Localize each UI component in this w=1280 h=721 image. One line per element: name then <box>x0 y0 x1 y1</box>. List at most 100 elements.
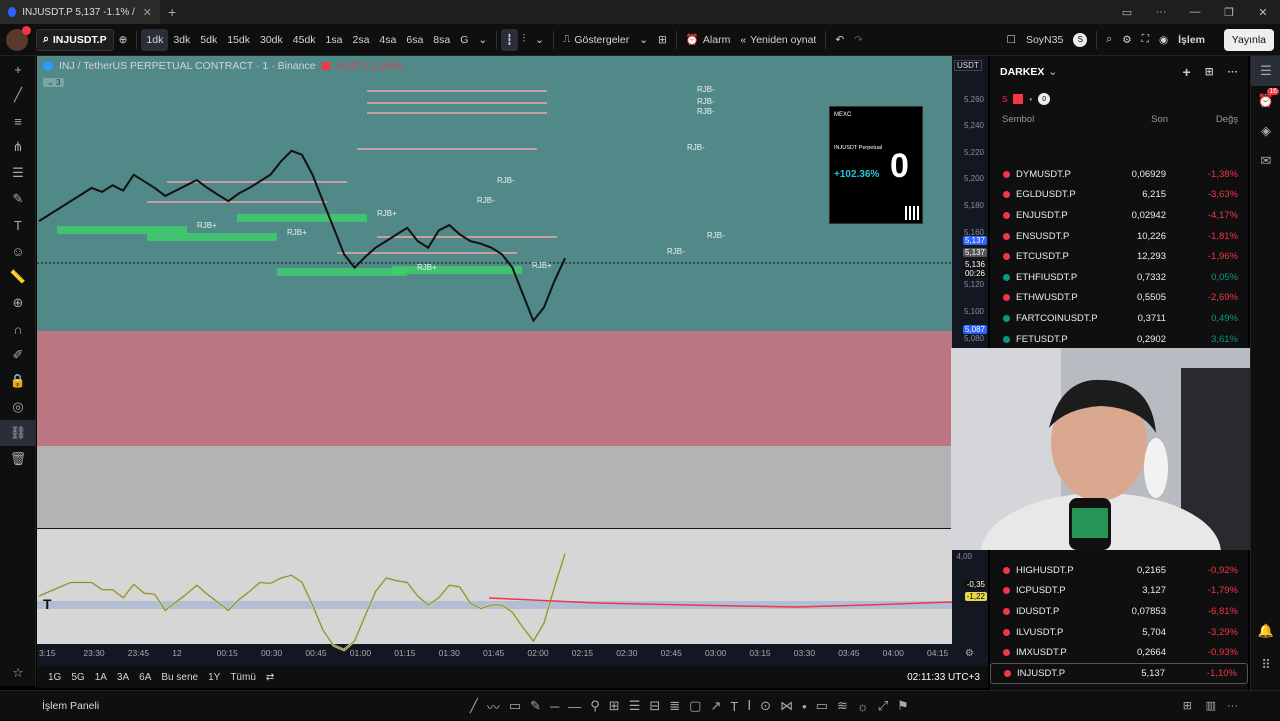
watchlist-row[interactable]: IDUSDT.P 0,07853 -6,81% <box>990 601 1248 622</box>
trash-icon[interactable]: 🗑 <box>0 446 36 472</box>
indicators-dropdown-icon[interactable]: ⌄ <box>634 29 653 51</box>
window-more-icon[interactable]: ··· <box>1144 6 1178 18</box>
watchlist-row[interactable]: ICPUSDT.P 3,127 -1,79% <box>990 581 1248 602</box>
watchlist-row[interactable]: EGLDUSDT.P 6,215 -3,63% <box>990 185 1248 206</box>
undo-icon[interactable]: ↶ <box>830 29 849 51</box>
crosshair-icon[interactable]: + <box>0 56 36 82</box>
flag-dot-icon[interactable]: • <box>1029 95 1032 104</box>
note-icon[interactable]: ▭ <box>816 698 828 714</box>
ray-icon[interactable]: — <box>568 699 581 714</box>
flag-zero-icon[interactable]: 0 <box>1038 93 1051 105</box>
watchlist-row[interactable]: ILVUSDT.P 5,704 -3,29% <box>990 622 1248 643</box>
time-axis[interactable]: 3:15 23:30 23:45 12 00:15 00:30 00:45 01:00 01:1… <box>37 644 988 664</box>
interval-5dk[interactable]: 5dk <box>195 29 222 51</box>
watchlist-row[interactable]: HIGHUSDT.P 0,2165 -0,92% <box>990 560 1248 581</box>
col-symbol[interactable]: Sembol <box>1002 114 1034 125</box>
candle-style-icon[interactable]: ┇ <box>501 28 518 51</box>
new-tab-icon[interactable]: + <box>168 4 176 20</box>
interval-30dk[interactable]: 30dk <box>255 29 288 51</box>
volume-profile-icon[interactable]: ≋ <box>837 698 848 714</box>
tab-close-icon[interactable]: ✕ <box>143 6 152 19</box>
zoom-icon[interactable]: ⊕ <box>0 290 36 316</box>
callout-icon[interactable]: ▭ <box>509 698 521 714</box>
interval-1sa[interactable]: 1sa <box>321 29 348 51</box>
watchlist-dropdown-icon[interactable]: ⌄ <box>1048 66 1057 78</box>
watchlist-row[interactable]: ENJUSDT.P 0,02942 -4,17% <box>990 205 1248 226</box>
dot-icon[interactable]: • <box>802 699 807 714</box>
pencil-lock-icon[interactable]: ✐ <box>0 342 36 368</box>
lock-icon[interactable]: 🔒 <box>0 368 36 394</box>
watchlist-name[interactable]: DARKEX <box>1000 66 1044 78</box>
snapshot-camera-icon[interactable]: ◉ <box>1154 29 1173 51</box>
trade-button[interactable]: İşlem <box>1173 29 1210 51</box>
emoji-icon[interactable]: ☺ <box>0 238 36 264</box>
utc-clock[interactable]: 02:11:33 UTC+3 <box>907 672 980 683</box>
watchlist-row[interactable]: ETHWUSDT.P 0,5505 -2,69% <box>990 288 1248 309</box>
gann-icon[interactable]: ☼ <box>857 699 869 714</box>
flag-s-icon[interactable]: S <box>1002 95 1007 104</box>
range-ytd[interactable]: Bu sene <box>156 672 203 683</box>
close-button[interactable]: ✕ <box>1246 6 1280 19</box>
range-6a[interactable]: 6A <box>134 672 156 683</box>
layout-s-icon[interactable]: S <box>1068 29 1092 51</box>
flag-tool-icon[interactable]: ⚑ <box>897 698 909 714</box>
fib-channel-icon[interactable]: ≣ <box>669 698 680 714</box>
indicators-button[interactable]: ⎍ Göstergeler <box>558 29 634 51</box>
publish-button[interactable]: Yayınla <box>1223 28 1274 51</box>
window-menu-icon[interactable]: ▭ <box>1110 6 1144 19</box>
interval-4sa[interactable]: 4sa <box>374 29 401 51</box>
minimize-button[interactable]: — <box>1178 6 1212 18</box>
measure-icon[interactable]: ⚲ <box>590 698 600 714</box>
footer-columns-icon[interactable]: ▥ <box>1206 699 1216 712</box>
layers-icon[interactable]: ◈ <box>1251 116 1280 146</box>
path-tool-icon[interactable]: 〰 <box>487 697 500 716</box>
col-last[interactable]: Son <box>1151 114 1168 125</box>
watchlist-row[interactable]: DYMUSDT.P 0,06929 -1,38% <box>990 164 1248 185</box>
horizontal-lines-icon[interactable]: ≡ <box>0 108 36 134</box>
style-dropdown-icon[interactable]: ⌄ <box>530 29 549 51</box>
range-1g[interactable]: 1G <box>43 672 66 683</box>
range-1a[interactable]: 1A <box>90 672 112 683</box>
watchlist-row[interactable]: ETCUSDT.P 12,293 -1,96% <box>990 246 1248 267</box>
apps-grid-icon[interactable]: ⠿ <box>1251 650 1280 680</box>
rect-icon[interactable]: ▢ <box>689 698 701 714</box>
interval-2sa[interactable]: 2sa <box>347 29 374 51</box>
text-tool-icon[interactable]: T <box>0 212 36 238</box>
interval-15dk[interactable]: 15dk <box>222 29 255 51</box>
interval-1dk[interactable]: 1dk <box>141 28 169 51</box>
col-change[interactable]: Değş <box>1216 114 1238 125</box>
indicator-collapse-button[interactable]: ⌄ 3 <box>43 78 65 87</box>
flag-red-icon[interactable] <box>1013 94 1024 104</box>
interval-6sa[interactable]: 6sa <box>401 29 428 51</box>
browser-tab[interactable]: INJUSDT.P 5,137 -1.1% / SoyN ✕ <box>0 0 160 24</box>
trend-line-icon[interactable]: ╱ <box>0 82 36 108</box>
fullscreen-icon[interactable]: ⛶ <box>1137 29 1154 51</box>
range-5g[interactable]: 5G <box>66 672 89 683</box>
ruler-icon[interactable]: 📏 <box>0 264 36 290</box>
hline-icon[interactable]: ─ <box>550 699 559 714</box>
alerts-clock-icon[interactable]: ⏰ 16 <box>1251 86 1280 116</box>
chart-pane[interactable]: RJB- RJB- RJB- RJB- RJB- RJB- RJB- RJB- RJB+ RJB+… <box>37 56 988 666</box>
range-all[interactable]: Tümü <box>225 672 261 683</box>
eye-icon[interactable]: ◎ <box>0 394 36 420</box>
currency-selector[interactable]: USDT <box>954 60 982 71</box>
pitchfork-icon[interactable]: ⋔ <box>0 134 36 160</box>
favorites-star-icon[interactable]: ☆ <box>0 660 36 686</box>
compare-icon[interactable]: ⊕ <box>114 29 133 51</box>
curve-icon[interactable]: ↗ <box>710 698 721 714</box>
footer-grid-icon[interactable]: ⊞ <box>1183 699 1192 712</box>
interval-g[interactable]: G <box>455 29 473 51</box>
link-icon[interactable]: ⛓ <box>0 420 36 446</box>
quick-search-icon[interactable]: ⌕ <box>1101 29 1117 51</box>
pattern-icon[interactable]: ⋈ <box>780 698 793 714</box>
range-3a[interactable]: 3A <box>112 672 134 683</box>
symbol-search[interactable]: ⌕ INJUSDT.P <box>36 28 114 51</box>
text-icon[interactable]: T <box>730 699 738 714</box>
settings-gear-icon[interactable]: ⚙ <box>1117 29 1136 51</box>
projection-icon[interactable]: ⤢ <box>878 698 888 714</box>
watchlist-icon[interactable]: ☰ <box>1251 56 1280 86</box>
watchlist-row[interactable]: ENSUSDT.P 10,226 -1,81% <box>990 226 1248 247</box>
layout-name[interactable]: SoyN35 <box>1021 29 1068 51</box>
user-avatar[interactable] <box>6 25 31 51</box>
footer-more-icon[interactable]: ··· <box>1227 700 1238 712</box>
